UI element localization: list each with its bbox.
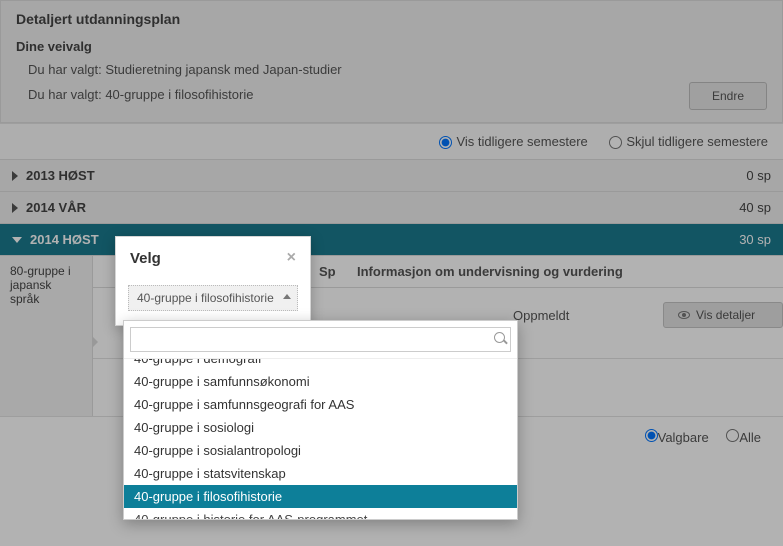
radio-hide-previous[interactable]: Skjul tidligere semestere: [609, 134, 768, 149]
semester-sp: 0 sp: [746, 168, 771, 183]
option-item[interactable]: 40-gruppe i samfunnsgeografi for AAS: [124, 393, 517, 416]
option-item[interactable]: 40-gruppe i historie for AAS-programmet: [124, 508, 517, 519]
status-text: Oppmeldt: [513, 308, 623, 323]
choices-title: Dine veivalg: [16, 39, 767, 54]
option-item[interactable]: 40-gruppe i sosialantropologi: [124, 439, 517, 462]
dialog-title: Velg: [130, 250, 161, 267]
view-details-label: Vis detaljer: [696, 308, 755, 322]
view-details-button[interactable]: Vis detaljer: [663, 302, 783, 328]
choice-line-1: Du har valgt: Studieretning japansk med …: [28, 62, 767, 77]
radio-show-input[interactable]: [439, 136, 452, 149]
col-info: Informasjon om undervisning og vurdering: [357, 264, 623, 279]
close-icon[interactable]: ×: [287, 249, 296, 267]
radio-hide-label: Skjul tidligere semestere: [626, 134, 768, 149]
search-icon: [494, 332, 505, 343]
semester-sp: 40 sp: [739, 200, 771, 215]
radio-show-label: Vis tidligere semestere: [456, 134, 587, 149]
search-input[interactable]: [130, 327, 511, 352]
radio-valgbare-input[interactable]: [645, 429, 658, 442]
change-button[interactable]: Endre: [689, 82, 767, 110]
option-item[interactable]: 40-gruppe i sosiologi: [124, 416, 517, 439]
option-item[interactable]: 40-gruppe i demografi: [124, 359, 517, 370]
semester-row-2013-host[interactable]: 2013 HØST 0 sp: [0, 159, 783, 191]
page-title: Detaljert utdanningsplan: [16, 11, 767, 27]
visibility-toggle: Vis tidligere semestere Skjul tidligere …: [0, 123, 783, 159]
option-item[interactable]: 40-gruppe i samfunnsøkonomi: [124, 370, 517, 393]
radio-valgbare-label: Valgbare: [658, 430, 709, 445]
eye-icon: [678, 311, 690, 319]
radio-alle-input[interactable]: [726, 429, 739, 442]
dropdown-panel: 40-gruppe i demografi40-gruppe i samfunn…: [123, 320, 518, 520]
radio-alle-label: Alle: [739, 430, 761, 445]
radio-valgbare[interactable]: Valgbare: [645, 430, 709, 445]
select-dialog: Velg × 40-gruppe i filosofihistorie: [115, 236, 311, 326]
group-side-cell: 80-gruppe i japansk språk: [0, 256, 93, 416]
chevron-right-icon: [12, 171, 18, 181]
choice-line-2: Du har valgt: 40-gruppe i filosofihistor…: [28, 87, 767, 102]
semester-label: 2014 HØST: [30, 232, 99, 247]
combo-selected-label: 40-gruppe i filosofihistorie: [137, 291, 274, 305]
radio-hide-input[interactable]: [609, 136, 622, 149]
semester-label: 2014 VÅR: [26, 200, 86, 215]
option-item[interactable]: 40-gruppe i statsvitenskap: [124, 462, 517, 485]
radio-show-previous[interactable]: Vis tidligere semestere: [439, 134, 587, 149]
radio-alle[interactable]: Alle: [726, 430, 761, 445]
col-sp: Sp: [319, 264, 345, 279]
semester-label: 2013 HØST: [26, 168, 95, 183]
chevron-right-icon: [12, 203, 18, 213]
option-item[interactable]: 40-gruppe i filosofihistorie: [124, 485, 517, 508]
side-cell-label: 80-gruppe i japansk språk: [10, 264, 71, 306]
caret-up-icon: [283, 294, 291, 299]
options-list[interactable]: 40-gruppe i demografi40-gruppe i samfunn…: [124, 359, 517, 519]
semester-sp: 30 sp: [739, 232, 771, 247]
combo-selected[interactable]: 40-gruppe i filosofihistorie: [128, 285, 298, 311]
semester-row-2014-var[interactable]: 2014 VÅR 40 sp: [0, 191, 783, 223]
chevron-down-icon: [12, 237, 22, 243]
